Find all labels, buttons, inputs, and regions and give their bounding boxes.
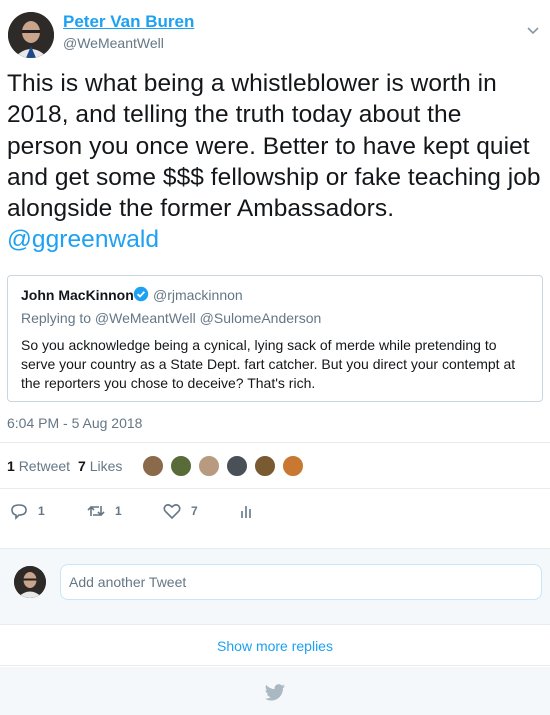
tweet-actions: 1 1 7 <box>0 500 550 522</box>
quoted-author-name[interactable]: John MacKinnon <box>21 287 134 303</box>
quoted-author-handle[interactable]: @rjmackinnon <box>153 287 243 303</box>
quoted-tweet-text: So you acknowledge being a cynical, lyin… <box>21 337 516 391</box>
reply-input[interactable]: Add another Tweet <box>60 564 542 600</box>
mention-link[interactable]: @ggreenwald <box>7 226 159 253</box>
liker-avatar[interactable] <box>254 455 276 477</box>
like-stat-count: 7 <box>78 458 86 474</box>
engagement-stats: 1 Retweet 7 Likes <box>7 458 122 474</box>
retweet-count: 1 <box>115 504 122 518</box>
reply-icon <box>11 504 27 520</box>
like-button[interactable]: 7 <box>162 500 198 522</box>
analytics-icon <box>241 506 251 518</box>
tweet-header: Peter Van Buren @WeMeantWell <box>0 0 550 68</box>
reply-button[interactable]: 1 <box>9 500 45 522</box>
twitter-bird-icon <box>264 684 285 701</box>
tweet-text: This is what being a whistleblower is wo… <box>7 68 543 256</box>
analytics-button[interactable] <box>237 500 257 522</box>
author-username[interactable]: @WeMeantWell <box>63 35 164 51</box>
verified-badge-icon <box>133 286 149 302</box>
replying-to: Replying to @WeMeantWell @SulomeAnderson <box>21 310 322 326</box>
footer <box>0 667 550 715</box>
reply-composer: Add another Tweet <box>0 548 550 625</box>
liker-avatar[interactable] <box>198 455 220 477</box>
liker-avatar[interactable] <box>282 455 304 477</box>
like-stat-label: Likes <box>89 458 123 474</box>
current-user-avatar <box>14 566 46 598</box>
retweet-stat[interactable]: 1 Retweet <box>7 458 70 474</box>
divider <box>0 488 550 489</box>
liker-avatar[interactable] <box>226 455 248 477</box>
tweet-timestamp[interactable]: 6:04 PM - 5 Aug 2018 <box>7 415 142 431</box>
liker-avatar[interactable] <box>170 455 192 477</box>
like-stat[interactable]: 7 Likes <box>78 458 122 474</box>
author-avatar[interactable] <box>8 12 54 58</box>
retweet-stat-label: Retweet <box>18 458 71 474</box>
heart-icon <box>163 504 181 520</box>
retweet-button[interactable]: 1 <box>86 500 122 522</box>
retweet-icon <box>87 505 105 517</box>
chevron-down-icon[interactable] <box>526 26 540 36</box>
quoted-tweet[interactable]: John MacKinnon @rjmackinnon Replying to … <box>7 275 543 402</box>
reply-count: 1 <box>38 504 45 518</box>
author-display-name[interactable]: Peter Van Buren <box>63 12 194 32</box>
liker-avatar[interactable] <box>142 455 164 477</box>
divider <box>0 442 550 443</box>
show-more-replies-link[interactable]: Show more replies <box>0 626 550 666</box>
tweet-text-body: This is what being a whistleblower is wo… <box>7 70 541 223</box>
retweet-stat-count: 1 <box>7 458 15 474</box>
like-count: 7 <box>191 504 198 518</box>
